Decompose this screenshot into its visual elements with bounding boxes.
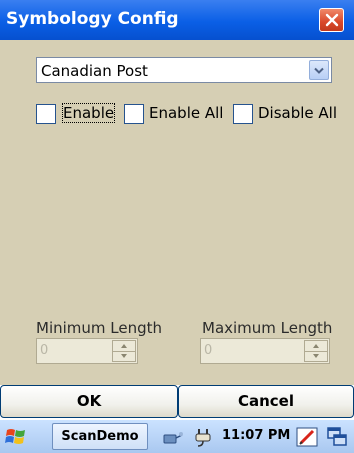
- disable-all-checkbox[interactable]: [233, 104, 253, 124]
- button-bar: OK Cancel: [0, 385, 354, 419]
- spin-down-icon: [313, 354, 319, 358]
- minimum-length-field[interactable]: 0: [36, 338, 138, 364]
- minimum-length-spinner[interactable]: [112, 340, 136, 362]
- maximum-length-value: 0: [204, 343, 213, 358]
- dialog-body: Canadian Post Enable Enable All Disable …: [0, 40, 354, 385]
- taskbar: ScanDemo 11:07 PM: [0, 419, 354, 453]
- maximum-length-label: Maximum Length: [202, 319, 333, 337]
- display-icon[interactable]: [326, 426, 348, 448]
- network-icon[interactable]: [162, 426, 184, 448]
- spin-down-icon: [121, 354, 127, 358]
- chevron-down-icon: [314, 67, 324, 74]
- disable-all-label[interactable]: Disable All: [258, 104, 337, 122]
- dropdown-button[interactable]: [309, 60, 329, 80]
- usb-plug-icon[interactable]: [192, 426, 214, 448]
- pen-input-icon[interactable]: [296, 426, 318, 448]
- enable-label[interactable]: Enable: [61, 103, 116, 123]
- taskbar-app-scandemo[interactable]: ScanDemo: [52, 423, 148, 450]
- minimum-length-value: 0: [40, 343, 49, 358]
- symbology-dropdown[interactable]: Canadian Post: [36, 57, 332, 83]
- ok-button[interactable]: OK: [0, 385, 178, 418]
- maximum-length-spinner[interactable]: [304, 340, 328, 362]
- minimum-length-label: Minimum Length: [36, 319, 163, 337]
- taskbar-clock[interactable]: 11:07 PM: [222, 428, 290, 443]
- options-row: Enable Enable All Disable All: [0, 102, 354, 126]
- spin-up-icon: [121, 344, 127, 348]
- title-bar: Symbology Config: [0, 0, 354, 40]
- enable-all-checkbox[interactable]: [124, 104, 144, 124]
- enable-checkbox[interactable]: [36, 104, 56, 124]
- spin-up-icon: [313, 344, 319, 348]
- enable-all-label[interactable]: Enable All: [149, 104, 223, 122]
- maximum-length-field[interactable]: 0: [200, 338, 330, 364]
- close-icon: [325, 13, 339, 27]
- cancel-button[interactable]: Cancel: [178, 385, 354, 418]
- window-title: Symbology Config: [6, 9, 179, 29]
- close-button[interactable]: [319, 8, 344, 32]
- windows-flag-icon[interactable]: [4, 425, 28, 449]
- symbology-selected-value: Canadian Post: [41, 62, 148, 80]
